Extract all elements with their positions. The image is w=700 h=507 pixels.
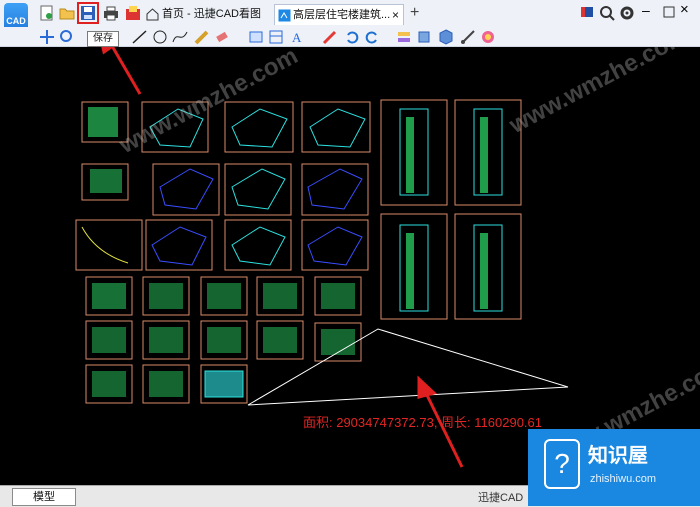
save-icon[interactable] — [79, 4, 97, 22]
pan-icon[interactable] — [38, 28, 56, 46]
redo-icon[interactable] — [363, 28, 381, 46]
minimize-icon[interactable]: – — [642, 2, 660, 20]
layers-icon[interactable] — [395, 28, 413, 46]
tab-home[interactable]: 首页 - 迅捷CAD看图 — [145, 4, 270, 25]
new-tab-icon[interactable]: + — [410, 4, 419, 22]
line-icon[interactable] — [131, 28, 149, 46]
badge-subtitle: zhishiwu.com — [590, 473, 657, 485]
text-icon[interactable]: A — [289, 28, 307, 46]
tab-model[interactable]: 模型 — [12, 488, 76, 506]
zoom-window-icon[interactable] — [58, 28, 76, 46]
tab-document-label: 高层层住宅楼建筑... — [293, 9, 391, 21]
new-file-icon[interactable] — [38, 4, 56, 22]
flag-icon[interactable] — [578, 4, 596, 22]
color-wheel-icon[interactable] — [479, 28, 497, 46]
eraser-icon[interactable] — [213, 28, 231, 46]
rectangle-icon[interactable] — [247, 28, 265, 46]
drawing-canvas[interactable]: 面积: 29034747372.73, 周长: 1160290.61 www.w… — [0, 47, 700, 485]
open-folder-icon[interactable] — [58, 4, 76, 22]
undo-icon[interactable] — [343, 28, 361, 46]
home-icon — [146, 8, 159, 21]
3d-box-icon[interactable] — [415, 28, 433, 46]
drawing-icon — [278, 9, 291, 22]
maximize-icon[interactable] — [660, 3, 678, 21]
cube-icon[interactable] — [437, 28, 455, 46]
layout-icon[interactable] — [267, 28, 285, 46]
curve-icon[interactable] — [171, 28, 189, 46]
title-bar: CAD 首页 - 迅捷CAD看图 高层层住宅楼建筑... × + – × — [0, 0, 700, 39]
area-perimeter-readout: 面积: 29034747372.73, 周长: 1160290.61 — [303, 415, 542, 430]
markup-icon[interactable] — [321, 28, 339, 46]
app-name-label: 迅捷CAD — [478, 492, 524, 504]
svg-text:A: A — [292, 30, 302, 45]
tab-home-label: 首页 - 迅捷CAD看图 — [162, 8, 261, 20]
export-icon[interactable] — [124, 4, 142, 22]
circle-icon[interactable] — [151, 28, 169, 46]
close-window-icon[interactable]: × — [680, 1, 698, 19]
question-bubble-icon: ? — [544, 439, 580, 489]
save-tooltip: 保存 — [87, 31, 119, 47]
close-tab-icon[interactable]: × — [392, 5, 399, 26]
pencil-icon[interactable] — [193, 28, 211, 46]
tab-document[interactable]: 高层层住宅楼建筑... × — [274, 4, 404, 25]
site-badge: ? 知识屋 zhishiwu.com — [528, 429, 700, 506]
print-icon[interactable] — [102, 4, 120, 22]
badge-title: 知识屋 — [588, 445, 648, 467]
gear-icon[interactable] — [618, 4, 636, 22]
zoom-icon[interactable] — [598, 4, 616, 22]
measure-icon[interactable] — [459, 28, 477, 46]
